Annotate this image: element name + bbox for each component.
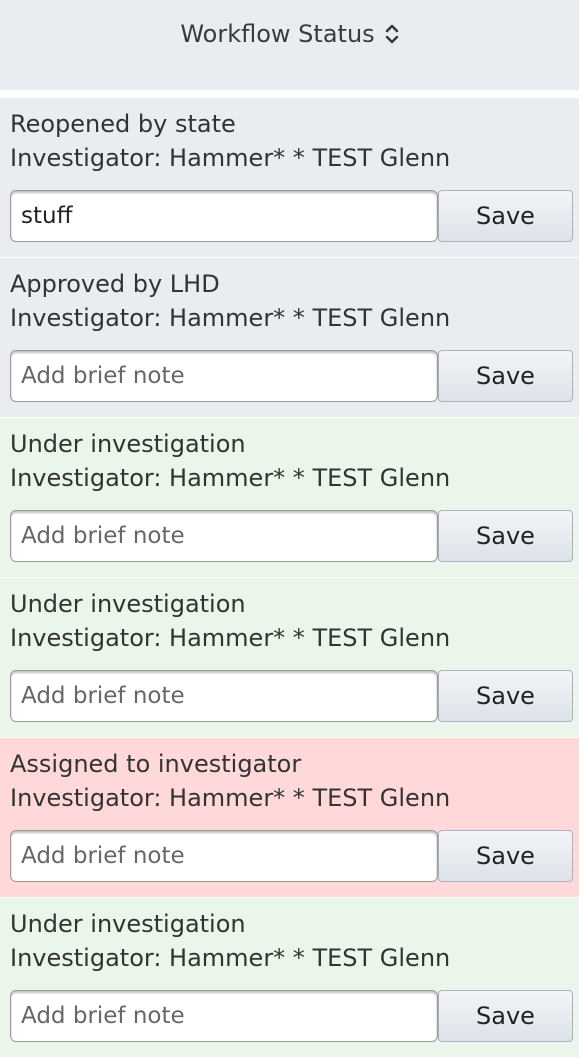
- note-input[interactable]: [10, 190, 438, 242]
- save-button[interactable]: Save: [438, 190, 573, 242]
- status-label: Under investigation: [10, 910, 246, 938]
- save-button[interactable]: Save: [438, 670, 573, 722]
- sort-updown-icon[interactable]: [385, 23, 399, 45]
- save-button[interactable]: Save: [438, 830, 573, 882]
- workflow-status-header[interactable]: Workflow Status: [0, 0, 579, 90]
- investigator-label: Investigator: Hammer* * TEST Glenn: [10, 464, 451, 492]
- workflow-row: Assigned to investigator Investigator: H…: [0, 738, 579, 898]
- investigator-label: Investigator: Hammer* * TEST Glenn: [10, 304, 451, 332]
- note-input[interactable]: [10, 510, 438, 562]
- note-input[interactable]: [10, 670, 438, 722]
- note-input[interactable]: [10, 350, 438, 402]
- status-label: Approved by LHD: [10, 270, 220, 298]
- save-button[interactable]: Save: [438, 350, 573, 402]
- investigator-label: Investigator: Hammer* * TEST Glenn: [10, 944, 451, 972]
- status-label: Under investigation: [10, 590, 246, 618]
- column-title: Workflow Status: [180, 20, 375, 48]
- status-label: Under investigation: [10, 430, 246, 458]
- column-header[interactable]: Workflow Status: [180, 20, 398, 48]
- workflow-row: Under investigation Investigator: Hammer…: [0, 418, 579, 578]
- save-button[interactable]: Save: [438, 990, 573, 1042]
- status-label: Assigned to investigator: [10, 750, 302, 778]
- investigator-label: Investigator: Hammer* * TEST Glenn: [10, 144, 451, 172]
- workflow-row: Approved by LHD Investigator: Hammer* * …: [0, 258, 579, 418]
- save-button[interactable]: Save: [438, 510, 573, 562]
- note-input[interactable]: [10, 990, 438, 1042]
- note-input[interactable]: [10, 830, 438, 882]
- workflow-rows: Reopened by state Investigator: Hammer* …: [0, 98, 579, 1058]
- investigator-label: Investigator: Hammer* * TEST Glenn: [10, 784, 451, 812]
- workflow-row: Reopened by state Investigator: Hammer* …: [0, 98, 579, 258]
- investigator-label: Investigator: Hammer* * TEST Glenn: [10, 624, 451, 652]
- workflow-row: Under investigation Investigator: Hammer…: [0, 578, 579, 738]
- status-label: Reopened by state: [10, 110, 236, 138]
- workflow-row: Under investigation Investigator: Hammer…: [0, 898, 579, 1058]
